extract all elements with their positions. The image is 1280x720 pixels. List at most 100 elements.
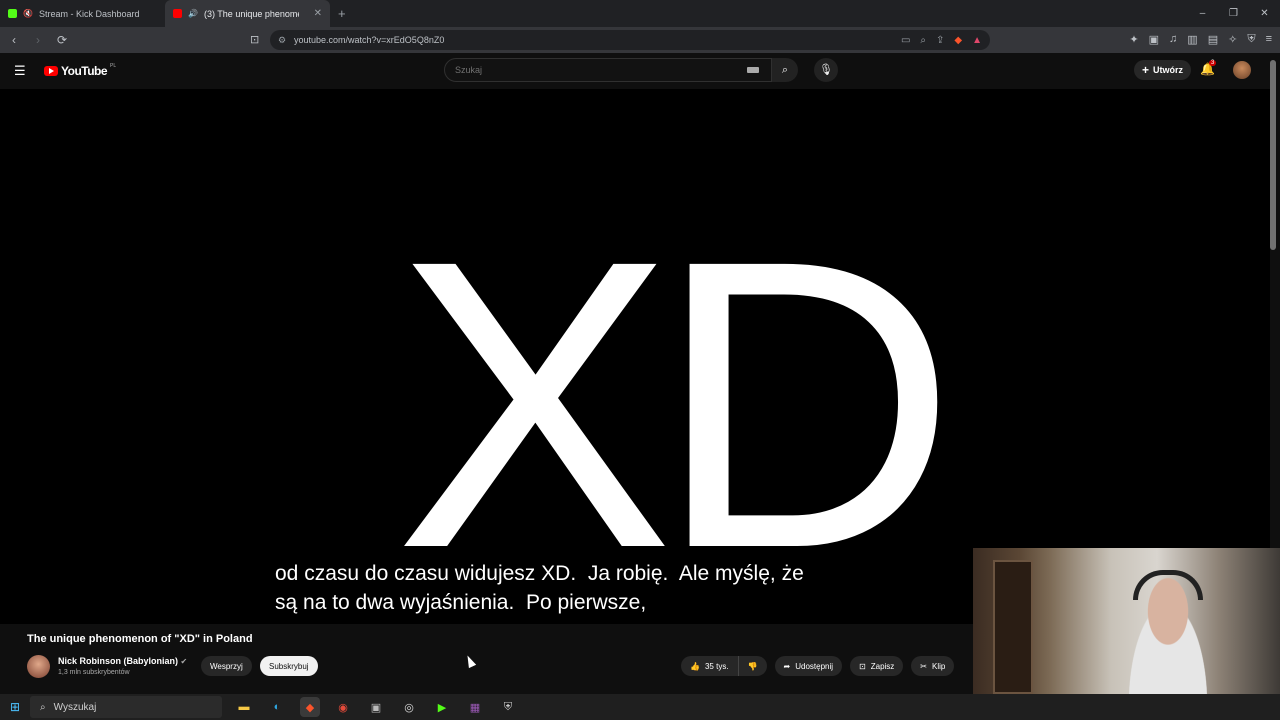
brave-shield-icon[interactable]: ◆ xyxy=(954,35,962,46)
youtube-favicon-icon xyxy=(173,9,182,18)
extensions-icon[interactable]: ✦ xyxy=(1129,33,1138,46)
back-icon[interactable]: ‹ xyxy=(4,33,24,47)
search-button[interactable]: ⌕ xyxy=(772,58,798,82)
plus-icon: + xyxy=(1142,63,1150,77)
vpn-icon[interactable]: ⛨ xyxy=(1247,33,1255,46)
youtube-logo[interactable]: YouTube PL xyxy=(44,63,117,78)
close-window-button[interactable]: ✕ xyxy=(1249,0,1280,27)
bookmark-icon[interactable]: ⊡ xyxy=(250,33,259,46)
kick-favicon-icon xyxy=(8,9,17,18)
tab-youtube-video[interactable]: 🔊 (3) The unique phenomenon ✕ xyxy=(165,0,330,27)
video-title: The unique phenomenon of "XD" in Poland xyxy=(27,633,253,645)
thumbs-down-icon: 👎 xyxy=(747,661,758,671)
channel-name[interactable]: Nick Robinson (Babylonian) ✔ xyxy=(58,656,187,666)
account-avatar[interactable] xyxy=(1233,61,1251,79)
cast-icon[interactable]: ▭ xyxy=(901,35,910,46)
brave-rewards-icon[interactable]: ▲ xyxy=(972,35,982,46)
screenshot-icon[interactable]: ▣ xyxy=(1149,33,1159,46)
new-tab-button[interactable]: + xyxy=(338,6,346,21)
youtube-play-icon xyxy=(44,66,58,76)
menu-icon[interactable]: ≡ xyxy=(1266,33,1272,46)
clip-label: Klip xyxy=(932,661,946,671)
headphones-icon xyxy=(1133,570,1203,600)
restore-button[interactable]: ❐ xyxy=(1218,0,1249,27)
video-actions: 👍 35 tys. 👎 ➦ Udostępnij ⊡ Zapisz ✂ Klip xyxy=(681,656,955,676)
minimize-button[interactable]: – xyxy=(1187,0,1218,27)
obs-icon[interactable]: ◎ xyxy=(399,697,419,717)
search-placeholder: Szukaj xyxy=(455,65,483,75)
youtube-logo-text: YouTube xyxy=(61,64,108,78)
like-count: 35 tys. xyxy=(704,661,729,671)
shield-app-icon[interactable]: ⛨ xyxy=(498,697,518,717)
window-controls: – ❐ ✕ xyxy=(1187,0,1280,27)
mouse-cursor xyxy=(463,653,477,669)
verified-icon: ✔ xyxy=(180,657,188,666)
video-frame-text: XD xyxy=(394,175,958,633)
subtitle-line-1: od czasu do czasu widujesz XD. Ja robię.… xyxy=(275,562,804,585)
share-button[interactable]: ➦ Udostępnij xyxy=(774,656,843,676)
chrome-icon[interactable]: ◉ xyxy=(333,697,353,717)
subscriber-count: 1,3 mln subskrybentów xyxy=(58,669,130,676)
app-icon[interactable]: ▣ xyxy=(366,697,386,717)
taskbar-search-input[interactable]: ⌕ Wyszukaj xyxy=(30,696,222,718)
tab-kick-dashboard[interactable]: 🔇 Stream - Kick Dashboard xyxy=(0,0,165,27)
kick-icon[interactable]: ▶ xyxy=(432,697,452,717)
scissors-icon: ✂ xyxy=(920,661,927,671)
tab-audio-icon: 🔊 xyxy=(188,9,198,18)
like-button[interactable]: 👍 35 tys. xyxy=(681,656,739,676)
search-input[interactable]: Szukaj xyxy=(444,58,772,82)
create-label: Utwórz xyxy=(1153,65,1184,75)
hamburger-menu-icon[interactable]: ☰ xyxy=(14,63,26,79)
sidebar-icon[interactable]: ▥ xyxy=(1187,33,1197,46)
share-label: Udostępnij xyxy=(795,661,834,671)
share-icon: ➦ xyxy=(783,661,791,671)
wallet-icon[interactable]: ▤ xyxy=(1208,33,1218,46)
zoom-icon[interactable]: ⌕ xyxy=(920,35,926,46)
file-explorer-icon[interactable]: ▬ xyxy=(234,697,254,717)
subtitles: od czasu do czasu widujesz XD. Ja robię.… xyxy=(275,559,804,617)
save-label: Zapisz xyxy=(870,661,895,671)
tab-title: (3) The unique phenomenon xyxy=(203,8,299,19)
clip-button[interactable]: ✂ Klip xyxy=(911,656,955,676)
windows-start-icon[interactable]: ⊞ xyxy=(0,700,30,714)
brave-icon[interactable]: ◆ xyxy=(300,697,320,717)
subtitle-line-2: są na to dwa wyjaśnienia. Po pierwsze, xyxy=(275,591,647,614)
tab-title: Stream - Kick Dashboard xyxy=(38,8,140,19)
save-button[interactable]: ⊡ Zapisz xyxy=(850,656,904,676)
dislike-button[interactable]: 👎 xyxy=(738,656,767,676)
site-info-icon[interactable]: ⚙ xyxy=(278,35,286,46)
tab-mute-icon: 🔇 xyxy=(23,9,33,18)
windows-taskbar: ⊞ ⌕ Wyszukaj ▬ ◐ ◆ ◉ ▣ ◎ ▶ ▦ ⛨ xyxy=(0,694,1280,720)
create-button[interactable]: + Utwórz xyxy=(1134,60,1192,80)
taskbar-search-placeholder: Wyszukaj xyxy=(53,701,97,713)
leo-icon[interactable]: ✧ xyxy=(1228,33,1237,46)
bookmark-save-icon: ⊡ xyxy=(859,661,866,671)
url-text[interactable]: youtube.com/watch?v=xrEdO5Q8nZ0 xyxy=(294,35,444,45)
taskbar-apps: ▬ ◐ ◆ ◉ ▣ ◎ ▶ ▦ ⛨ xyxy=(234,697,518,717)
browser-toolbar: ‹ › ⟳ ⊡ ⚙ youtube.com/watch?v=xrEdO5Q8nZ… xyxy=(0,27,1280,53)
search-icon: ⌕ xyxy=(40,701,46,713)
media-icon[interactable]: ♫ xyxy=(1169,33,1177,46)
channel-avatar[interactable] xyxy=(27,655,50,678)
notification-badge: 3 xyxy=(1209,60,1217,66)
support-button[interactable]: Wesprzyj xyxy=(201,656,252,676)
video-player[interactable]: XD od czasu do czasu widujesz XD. Ja rob… xyxy=(0,89,1270,624)
chat-app-icon[interactable]: ▦ xyxy=(465,697,485,717)
region-code: PL xyxy=(110,63,117,69)
voice-search-icon[interactable]: 🎙 xyxy=(814,58,838,82)
youtube-header: ☰ YouTube PL Szukaj ⌕ 🎙 + Utwórz 🔔 3 xyxy=(0,53,1280,89)
extensions-area: ✦ ▣ ♫ ▥ ▤ ✧ ⛨ ≡ xyxy=(1129,33,1272,46)
forward-icon[interactable]: › xyxy=(28,33,48,47)
edge-icon[interactable]: ◐ xyxy=(267,697,287,717)
thumbs-up-icon: 👍 xyxy=(690,661,700,671)
share-page-icon[interactable]: ⇪ xyxy=(936,35,944,46)
address-bar[interactable]: ⚙ youtube.com/watch?v=xrEdO5Q8nZ0 ▭ ⌕ ⇪ … xyxy=(270,30,990,50)
close-tab-icon[interactable]: ✕ xyxy=(314,8,322,19)
subscribe-button[interactable]: Subskrybuj xyxy=(260,656,318,676)
webcam-overlay xyxy=(973,548,1280,694)
keyboard-icon[interactable] xyxy=(747,67,759,73)
browser-tab-bar: 🔇 Stream - Kick Dashboard 🔊 (3) The uniq… xyxy=(0,0,1280,27)
page-scrollbar[interactable] xyxy=(1270,60,1276,250)
reload-icon[interactable]: ⟳ xyxy=(52,33,72,47)
webcam-background-door xyxy=(993,560,1033,694)
